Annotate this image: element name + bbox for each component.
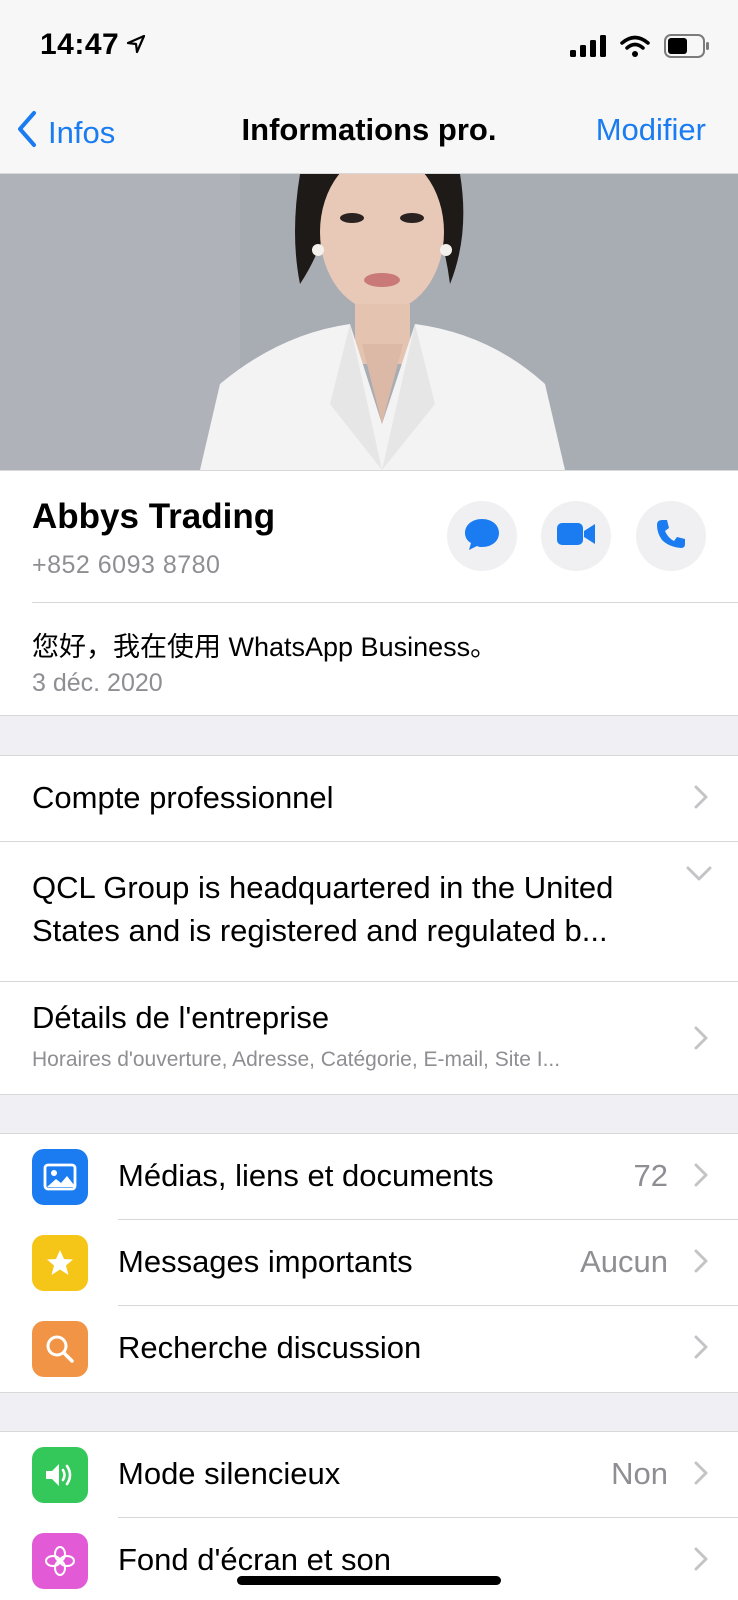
business-description-row[interactable]: QCL Group is headquartered in the United… bbox=[0, 842, 738, 982]
search-row-label: Recherche discussion bbox=[118, 1330, 422, 1365]
chat-search-row[interactable]: Recherche discussion bbox=[0, 1306, 738, 1392]
location-arrow-icon bbox=[126, 34, 146, 59]
home-indicator[interactable] bbox=[237, 1576, 501, 1585]
wifi-icon bbox=[620, 35, 650, 62]
chat-bubble-icon bbox=[464, 517, 500, 556]
profile-card: Abbys Trading +852 6093 8780 您好，我在使用 Wha… bbox=[0, 470, 738, 716]
navigation-bar: Infos Informations pro. Modifier bbox=[0, 86, 738, 174]
edit-button[interactable]: Modifier bbox=[596, 112, 706, 148]
contact-phone[interactable]: +852 6093 8780 bbox=[32, 551, 220, 580]
starred-row-value: Aucun bbox=[580, 1244, 668, 1279]
status-time: 14:47 bbox=[40, 28, 120, 61]
media-row-value: 72 bbox=[633, 1158, 668, 1193]
starred-row-label: Messages importants bbox=[118, 1244, 413, 1279]
profile-photo[interactable] bbox=[0, 174, 738, 470]
video-call-button[interactable] bbox=[541, 501, 611, 571]
business-section: Compte professionnel QCL Group is headqu… bbox=[0, 755, 738, 1095]
flower-icon bbox=[32, 1533, 88, 1589]
speaker-icon bbox=[32, 1447, 88, 1503]
star-icon bbox=[32, 1235, 88, 1291]
photo-icon bbox=[32, 1149, 88, 1205]
battery-icon bbox=[664, 34, 710, 63]
mute-row-value: Non bbox=[611, 1456, 668, 1491]
message-button[interactable] bbox=[447, 501, 517, 571]
voice-call-button[interactable] bbox=[636, 501, 706, 571]
signal-icon bbox=[570, 35, 606, 62]
contact-name: Abbys Trading bbox=[32, 497, 276, 536]
chevron-right-icon bbox=[694, 1335, 708, 1364]
media-links-docs-row[interactable]: Médias, liens et documents 72 bbox=[0, 1134, 738, 1220]
business-description: QCL Group is headquartered in the United… bbox=[32, 870, 614, 948]
media-row-label: Médias, liens et documents bbox=[118, 1158, 494, 1193]
about-date: 3 déc. 2020 bbox=[32, 669, 163, 697]
chevron-right-icon bbox=[694, 1461, 708, 1490]
business-account-row[interactable]: Compte professionnel bbox=[0, 756, 738, 842]
mute-row-label: Mode silencieux bbox=[118, 1456, 341, 1491]
video-camera-icon bbox=[556, 521, 596, 552]
chevron-right-icon bbox=[694, 785, 708, 814]
business-details-label: Détails de l'entreprise bbox=[32, 1000, 330, 1035]
chevron-right-icon bbox=[694, 1026, 708, 1055]
search-icon bbox=[32, 1321, 88, 1377]
business-details-row[interactable]: Détails de l'entreprise Horaires d'ouver… bbox=[0, 982, 738, 1094]
business-details-subtitle: Horaires d'ouverture, Adresse, Catégorie… bbox=[32, 1048, 561, 1071]
starred-messages-row[interactable]: Messages importants Aucun bbox=[0, 1220, 738, 1306]
settings-section: Mode silencieux Non Fond d'écran et son bbox=[0, 1431, 738, 1600]
chevron-right-icon bbox=[694, 1547, 708, 1576]
about-text: 您好，我在使用 WhatsApp Business。 bbox=[32, 632, 498, 662]
chevron-right-icon bbox=[694, 1163, 708, 1192]
wallpaper-sound-row[interactable]: Fond d'écran et son bbox=[0, 1518, 738, 1600]
chevron-down-icon[interactable] bbox=[686, 866, 712, 887]
wallpaper-row-label: Fond d'écran et son bbox=[118, 1542, 392, 1577]
phone-icon bbox=[655, 518, 687, 555]
divider bbox=[32, 602, 738, 603]
status-bar: 14:47 bbox=[0, 0, 738, 86]
chevron-right-icon bbox=[694, 1249, 708, 1278]
business-account-label: Compte professionnel bbox=[32, 780, 334, 815]
media-section: Médias, liens et documents 72 Messages i… bbox=[0, 1133, 738, 1393]
mute-row[interactable]: Mode silencieux Non bbox=[0, 1432, 738, 1518]
